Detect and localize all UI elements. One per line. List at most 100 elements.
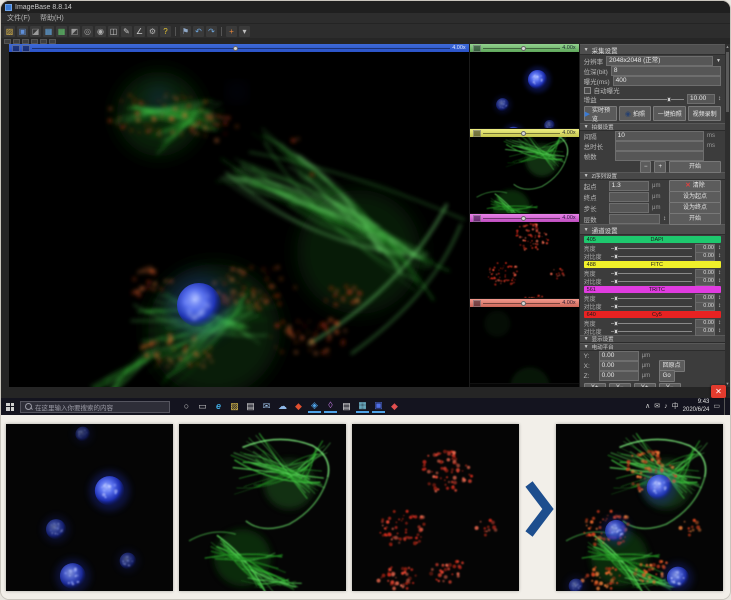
- channel-slider-561[interactable]: 4.00x: [470, 214, 579, 222]
- redo-icon[interactable]: ↷: [206, 26, 217, 37]
- composite-image[interactable]: [9, 52, 469, 387]
- tray-ime-icon[interactable]: 中: [672, 398, 679, 415]
- channel-bar-405[interactable]: 405 DAPI: [584, 236, 721, 243]
- section-stage[interactable]: ▼ 电动平台: [580, 343, 725, 351]
- brightness-slider[interactable]: [611, 273, 692, 274]
- spinner-icon[interactable]: ↕: [663, 216, 666, 222]
- slider-handle[interactable]: [667, 97, 671, 102]
- code-icon[interactable]: ◈: [308, 400, 321, 413]
- channel-bar-488[interactable]: 488 FITC: [584, 261, 721, 268]
- help-icon[interactable]: ?: [160, 26, 171, 37]
- gain-input[interactable]: 10.00: [687, 94, 715, 104]
- flag-icon[interactable]: ⚑: [180, 26, 191, 37]
- image-blue-icon[interactable]: ▦: [43, 26, 54, 37]
- panel-scrollbar[interactable]: ▲ ▼: [725, 44, 730, 387]
- contrast-slider[interactable]: [611, 281, 692, 282]
- settings-icon[interactable]: ⚙: [147, 26, 158, 37]
- depth-input[interactable]: 8: [611, 66, 721, 76]
- stamp-icon[interactable]: ◩: [69, 26, 80, 37]
- channel-bar-561[interactable]: 561 TRITC: [584, 286, 721, 293]
- snap-button[interactable]: ◉ 拍照: [619, 106, 652, 121]
- export-icon[interactable]: ◪: [30, 26, 41, 37]
- onedrive-icon[interactable]: ☁: [276, 400, 289, 413]
- show-desktop-button[interactable]: [724, 398, 727, 415]
- timelapse-plus-button[interactable]: +: [654, 161, 666, 173]
- ps-icon[interactable]: ◆: [388, 400, 401, 413]
- zslices-input[interactable]: [609, 214, 660, 224]
- open-icon[interactable]: ▨: [4, 26, 15, 37]
- set-start-button[interactable]: 设为起点: [669, 191, 721, 203]
- interval-input[interactable]: 10: [615, 131, 704, 141]
- cortana-icon[interactable]: ○: [180, 400, 193, 413]
- channel-slider-488[interactable]: 4.00x: [470, 129, 579, 137]
- movie-icon[interactable]: ▣: [372, 400, 385, 413]
- slider-handle[interactable]: [521, 216, 526, 221]
- channel-bar-640[interactable]: 640 Cy5: [584, 311, 721, 318]
- resolution-dropdown[interactable]: 2048x2048 (正常): [606, 56, 713, 66]
- tray-mail-icon[interactable]: ✉: [654, 398, 660, 415]
- brightness-slider[interactable]: [611, 323, 692, 324]
- panel-icon[interactable]: ◫: [108, 26, 119, 37]
- timelapse-start-button[interactable]: 开始: [669, 161, 721, 173]
- stage-z-input[interactable]: 0.00: [599, 371, 639, 381]
- vs-icon[interactable]: ◊: [324, 400, 337, 413]
- brightness-slider[interactable]: [611, 298, 692, 299]
- close-button[interactable]: ✕: [711, 385, 726, 398]
- section-zstack[interactable]: ▼ Z序列设置: [580, 172, 725, 180]
- notepad-icon[interactable]: ▤: [340, 400, 353, 413]
- crosshair-icon[interactable]: +: [226, 26, 237, 37]
- undo-icon[interactable]: ↶: [193, 26, 204, 37]
- frames-input[interactable]: [615, 151, 704, 161]
- channel-slider-405[interactable]: 4.00x: [470, 44, 579, 52]
- channel-slider-640[interactable]: 4.00x: [470, 299, 579, 307]
- live-preview-button[interactable]: ▶ 实时预览: [584, 106, 617, 121]
- section-capture[interactable]: ▼ 采集设置: [580, 44, 725, 55]
- stage-x-input[interactable]: 0.00: [599, 361, 639, 371]
- duration-input[interactable]: [615, 141, 704, 151]
- slider-handle[interactable]: [233, 46, 238, 51]
- zstack-clear-button[interactable]: ✕ 清除: [669, 180, 721, 192]
- section-channels[interactable]: ▼ 通道设置: [580, 224, 725, 235]
- stage-go-button[interactable]: Go: [659, 370, 675, 382]
- menu-file[interactable]: 文件(F): [7, 13, 30, 23]
- start-button[interactable]: [6, 403, 14, 411]
- zstep-input[interactable]: [609, 203, 649, 213]
- thumbnail-tritc[interactable]: [470, 222, 579, 299]
- image-green-icon[interactable]: ▦: [56, 26, 67, 37]
- spinner-icon[interactable]: ↕: [718, 96, 721, 102]
- slider-handle[interactable]: [521, 301, 526, 306]
- thumbnail-cy5[interactable]: [470, 307, 579, 384]
- globe-icon[interactable]: ◎: [82, 26, 93, 37]
- mail-icon[interactable]: ✉: [260, 400, 273, 413]
- slider-handle[interactable]: [521, 46, 526, 51]
- store-icon[interactable]: ▤: [244, 400, 257, 413]
- contrast-slider[interactable]: [611, 331, 692, 332]
- single-shot-button[interactable]: 一键拍照: [653, 106, 686, 121]
- tray-volume-icon[interactable]: ♪: [664, 398, 668, 415]
- photos-icon[interactable]: ▦: [356, 400, 369, 413]
- dropdown-icon[interactable]: ▾: [239, 26, 250, 37]
- office-icon[interactable]: ◆: [292, 400, 305, 413]
- brightness-slider[interactable]: [611, 248, 692, 249]
- record-button[interactable]: 视频录制: [688, 106, 721, 121]
- timelapse-minus-button[interactable]: −: [640, 161, 652, 173]
- contrast-slider[interactable]: [611, 256, 692, 257]
- section-timelapse[interactable]: ▼ 拍摄设置: [580, 123, 725, 131]
- zstack-start-button[interactable]: 开始: [669, 213, 721, 225]
- contrast-slider[interactable]: [611, 306, 692, 307]
- thumbnail-dapi[interactable]: [470, 52, 579, 129]
- scroll-up-icon[interactable]: ▲: [725, 44, 730, 50]
- zend-input[interactable]: [609, 192, 649, 202]
- edge-icon[interactable]: e: [212, 400, 225, 413]
- section-display[interactable]: ▼ 显示设置: [580, 335, 725, 343]
- zstart-input[interactable]: 1.3: [609, 181, 649, 191]
- taskbar-search[interactable]: 在这里输入你要搜索的内容: [20, 401, 170, 413]
- notification-icon[interactable]: ▭: [713, 398, 720, 415]
- set-end-button[interactable]: 设为终点: [669, 202, 721, 214]
- explorer-icon[interactable]: ▨: [228, 400, 241, 413]
- slider-handle[interactable]: [521, 131, 526, 136]
- gain-slider[interactable]: [600, 99, 684, 100]
- zoom-icon[interactable]: ◉: [95, 26, 106, 37]
- save-icon[interactable]: ▣: [17, 26, 28, 37]
- annotate-icon[interactable]: ✎: [121, 26, 132, 37]
